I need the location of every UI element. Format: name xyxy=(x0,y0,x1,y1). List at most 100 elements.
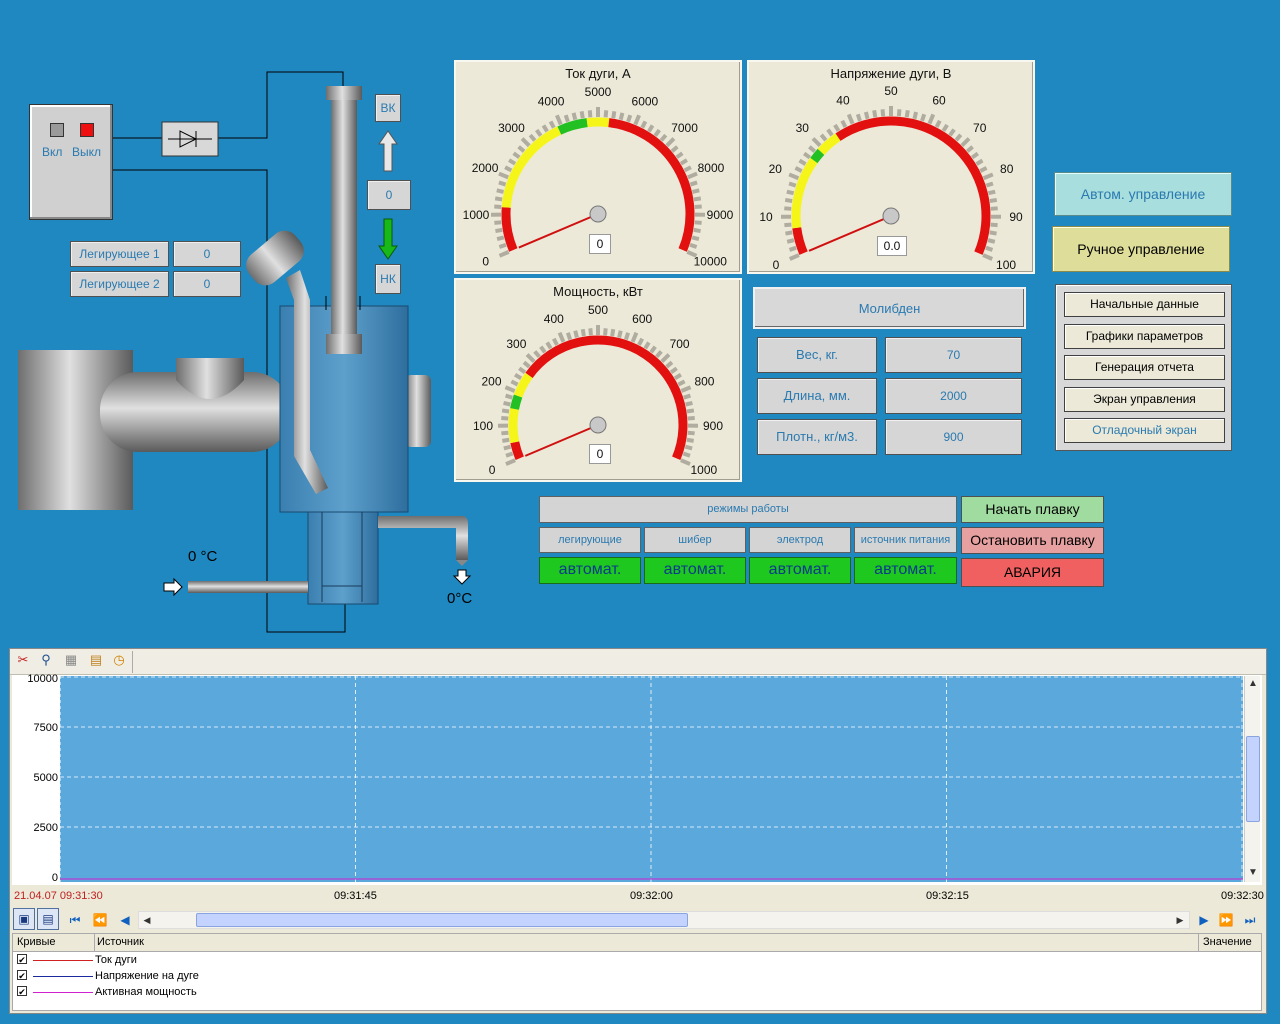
gauge-tick xyxy=(563,114,570,123)
gauge-tick xyxy=(826,128,834,137)
x-tick: 09:32:15 xyxy=(926,890,969,902)
mode-alloy-label: легирующие xyxy=(539,527,641,553)
gauge-tick xyxy=(505,451,514,458)
arrow-down-icon[interactable] xyxy=(378,218,398,260)
gauge-tick xyxy=(539,345,547,354)
prev-step-icon[interactable]: ◀ xyxy=(116,912,134,928)
trend-list-icon[interactable]: ▤ xyxy=(37,908,59,930)
export-icon[interactable]: ▤ xyxy=(87,651,105,669)
first-page-icon[interactable]: ⏮ xyxy=(66,912,84,928)
gauge-tick xyxy=(545,341,553,350)
gauge-tick xyxy=(587,110,593,118)
horizontal-scrollbar[interactable]: ◀ ▶ xyxy=(138,911,1190,929)
gauge-tick xyxy=(496,235,505,242)
gauge-tick-label: 10000 xyxy=(694,255,728,269)
last-page-icon[interactable]: ⏭ xyxy=(1241,912,1259,928)
gauge-tick xyxy=(640,120,648,129)
vertical-scrollbar[interactable]: ▲ ▼ xyxy=(1244,676,1260,882)
gauge-tick xyxy=(687,171,698,180)
gauge-tick xyxy=(788,253,800,261)
outlet-temperature: 0°C xyxy=(447,590,473,607)
gauge-tick-label: 100 xyxy=(473,419,493,433)
prev-page-icon[interactable]: ⏪ xyxy=(91,912,109,928)
gauge-tick xyxy=(686,408,695,414)
power-gauge-value: 0 xyxy=(589,444,611,464)
gauge-tick-label: 4000 xyxy=(538,94,565,108)
next-page-icon[interactable]: ⏩ xyxy=(1217,912,1235,928)
curve-1-name: Ток дуги xyxy=(95,954,137,966)
menu-debug-screen[interactable]: Отладочный экран xyxy=(1064,418,1225,443)
gauge-tick xyxy=(579,110,585,119)
mode-gate-value[interactable]: автомат. xyxy=(644,557,746,584)
electrode-position-value[interactable]: 0 xyxy=(367,180,411,210)
gauge-tick xyxy=(794,166,803,173)
menu-initial-data[interactable]: Начальные данные xyxy=(1064,292,1225,317)
auto-control-button[interactable]: Автом. управление xyxy=(1054,172,1232,216)
scroll-up-icon[interactable]: ▲ xyxy=(1246,677,1260,691)
gauge-tick xyxy=(504,165,513,173)
material-name[interactable]: Молибден xyxy=(753,287,1026,329)
mode-electrode-value[interactable]: автомат. xyxy=(749,557,851,584)
gauge-tick xyxy=(960,137,971,147)
menu-parameter-graphs[interactable]: Графики параметров xyxy=(1064,324,1225,349)
trend-toolbar: ✂ ⚲ ▦ ▤ ◷ xyxy=(10,649,1266,675)
gauge-tick-label: 300 xyxy=(506,337,526,351)
next-step-icon[interactable]: ▶ xyxy=(1195,912,1213,928)
power-off-button[interactable] xyxy=(80,123,94,137)
gauge-tick xyxy=(494,220,502,225)
gauge-tick xyxy=(494,196,503,202)
gauge-tick xyxy=(784,206,792,211)
weight-value[interactable]: 70 xyxy=(885,337,1022,373)
gauge-tick xyxy=(528,133,537,142)
gauge-tick xyxy=(689,242,698,249)
menu-control-screen[interactable]: Экран управления xyxy=(1064,387,1225,412)
curve-1-checkbox[interactable]: ✔ xyxy=(17,954,27,965)
manual-control-button[interactable]: Ручное управление xyxy=(1052,226,1230,272)
vertical-scroll-thumb[interactable] xyxy=(1246,736,1260,822)
power-on-button[interactable] xyxy=(50,123,64,137)
clock-icon[interactable]: ◷ xyxy=(110,651,128,669)
gauge-needle xyxy=(518,213,599,249)
stop-melt-button[interactable]: Остановить плавку xyxy=(961,527,1104,554)
gauge-tick-label: 80 xyxy=(1000,162,1014,176)
scroll-left-icon[interactable]: ◀ xyxy=(140,913,154,927)
gauge-tick xyxy=(788,245,797,252)
gauge-tick-label: 100 xyxy=(996,258,1016,272)
gauge-tick xyxy=(990,222,998,228)
gauge-tick xyxy=(557,331,566,343)
gauge-tick xyxy=(514,372,523,381)
gauge-tick xyxy=(979,166,988,173)
gauge-tick xyxy=(541,124,549,133)
gauge-tick xyxy=(518,366,527,375)
y-tick: 2500 xyxy=(33,822,58,834)
horizontal-scroll-thumb[interactable] xyxy=(196,913,688,927)
gauge-tick-label: 1000 xyxy=(463,208,490,222)
gauge-tick xyxy=(501,437,510,443)
mode-power-source-value[interactable]: автомат. xyxy=(854,557,957,584)
gauge-tick xyxy=(683,165,692,173)
trend-plot xyxy=(60,676,1243,882)
gauge-tick xyxy=(683,393,692,400)
gauge-tick xyxy=(498,242,507,249)
scroll-right-icon[interactable]: ▶ xyxy=(1173,913,1187,927)
zoom-icon[interactable]: ⚲ xyxy=(37,651,55,669)
alarm-button[interactable]: АВАРИЯ xyxy=(961,558,1104,587)
gauge-tick xyxy=(941,123,949,132)
menu-report-generation[interactable]: Генерация отчета xyxy=(1064,355,1225,380)
scroll-down-icon[interactable]: ▼ xyxy=(1246,866,1260,880)
start-melt-button[interactable]: Начать плавку xyxy=(961,496,1104,523)
cursor-icon[interactable]: ✂ xyxy=(14,651,32,669)
length-value[interactable]: 2000 xyxy=(885,378,1022,414)
arrow-up-icon[interactable] xyxy=(378,130,398,172)
curve-3-checkbox[interactable]: ✔ xyxy=(17,986,27,997)
gauge-needle xyxy=(524,424,599,457)
grid-icon[interactable]: ▦ xyxy=(62,651,80,669)
gauge-tick-label: 6000 xyxy=(632,94,659,108)
mode-alloy-value[interactable]: автомат. xyxy=(539,557,641,584)
alloy-1-value[interactable]: 0 xyxy=(173,241,241,267)
gauge-tick xyxy=(785,230,793,236)
alloy-2-value[interactable]: 0 xyxy=(173,271,241,297)
trend-settings-icon[interactable]: ▣ xyxy=(13,908,35,930)
curve-2-checkbox[interactable]: ✔ xyxy=(17,970,27,981)
density-value[interactable]: 900 xyxy=(885,419,1022,455)
